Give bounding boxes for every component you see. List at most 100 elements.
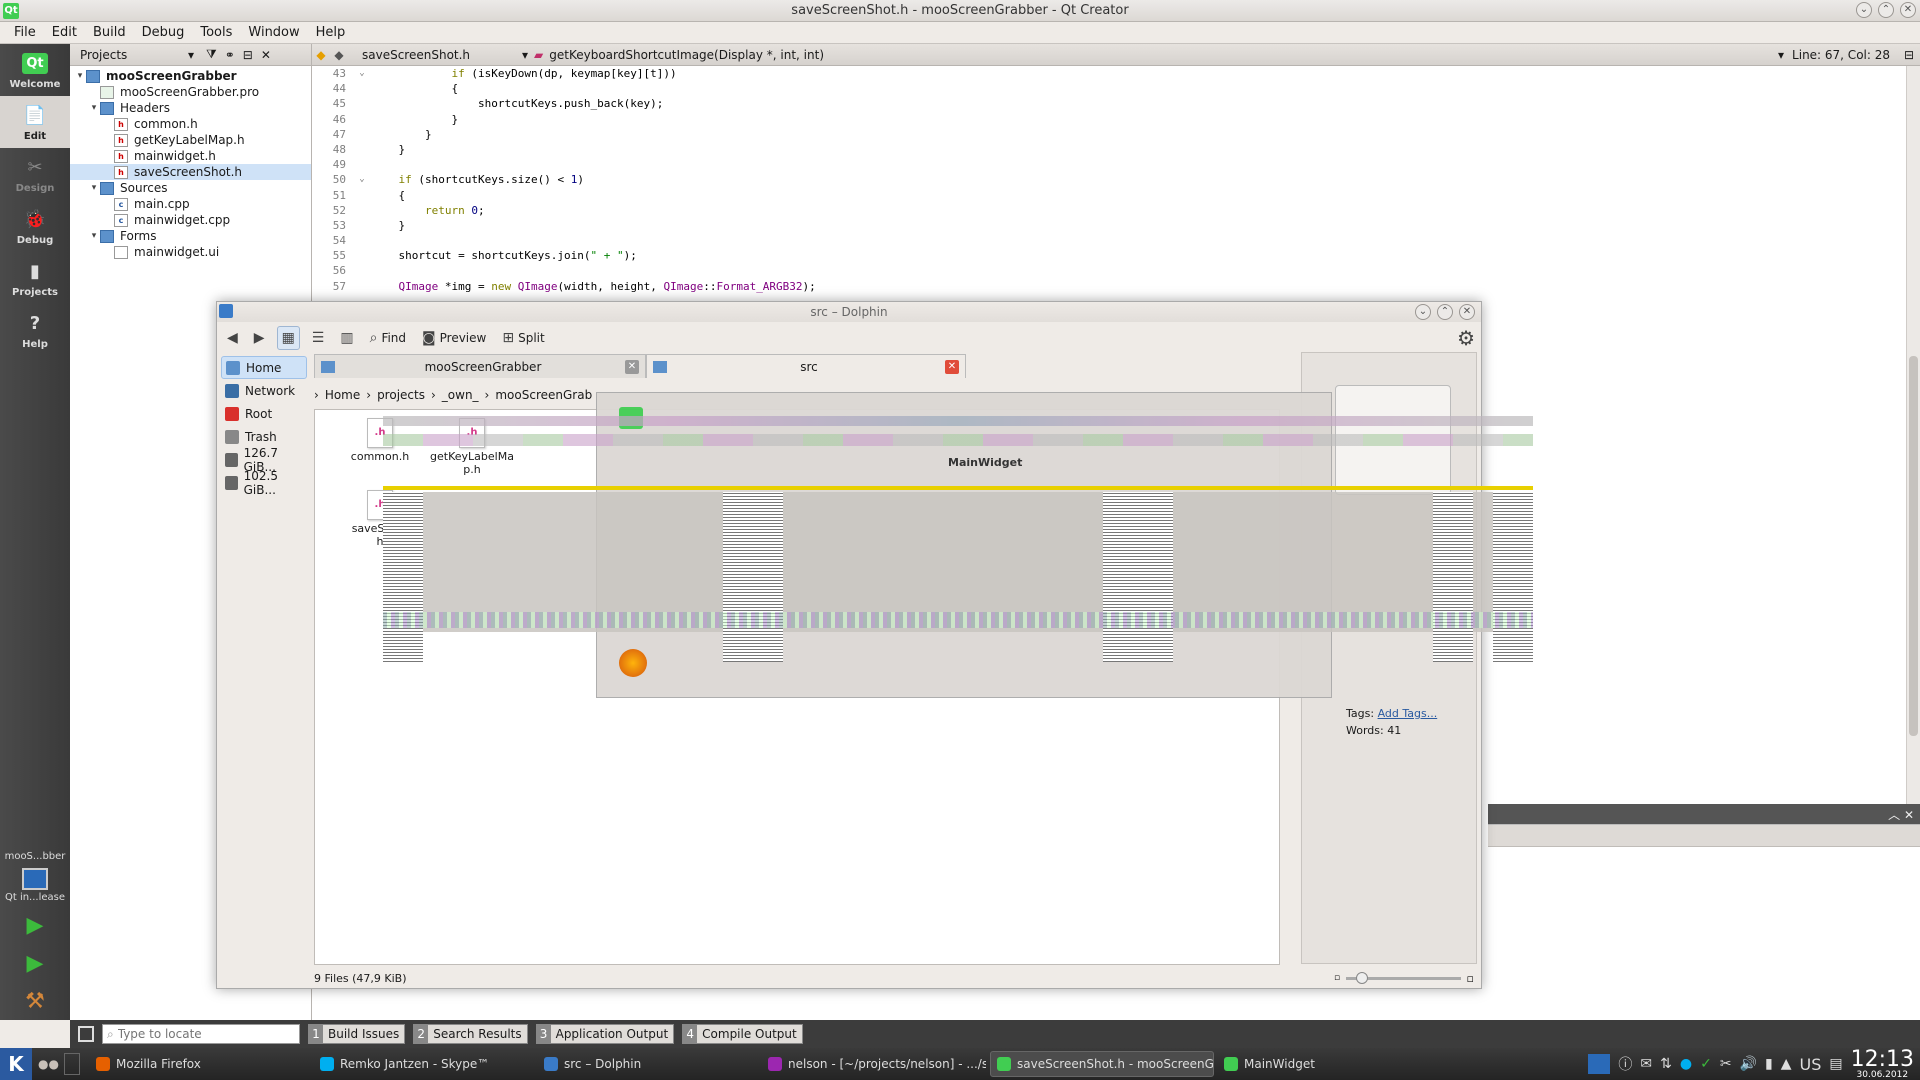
fold-marker-icon[interactable] — [352, 112, 372, 127]
fold-marker-icon[interactable] — [352, 233, 372, 248]
warning-icon[interactable]: ◆ — [312, 48, 330, 62]
split-icon[interactable]: ⊟ — [243, 48, 253, 62]
place-item[interactable]: 102.5 GiB... — [221, 469, 307, 497]
code-line[interactable]: 57 QImage *img = new QImage(width, heigh… — [312, 279, 1920, 294]
battery-icon[interactable]: ▮ — [1765, 1056, 1773, 1072]
fold-marker-icon[interactable] — [352, 203, 372, 218]
menu-help[interactable]: Help — [308, 25, 354, 40]
clock[interactable]: 12:13 30.06.2012 — [1851, 1048, 1914, 1080]
fold-marker-icon[interactable]: ⌄ — [352, 66, 372, 81]
mode-debug[interactable]: 🐞 Debug — [0, 200, 70, 252]
columns-view-button[interactable]: ▥ — [336, 326, 357, 350]
clipboard-icon[interactable]: ▤ — [1829, 1056, 1842, 1072]
minimize-button[interactable]: ⌄ — [1856, 2, 1872, 18]
code-line[interactable]: 50 ⌄ if (shortcutKeys.size() < 1) — [312, 172, 1920, 187]
view-selector[interactable]: Projects ▾ — [76, 46, 198, 64]
kit-selector[interactable]: Qt in...lease — [0, 865, 70, 906]
taskbar-task[interactable]: MainWidget — [1218, 1051, 1442, 1077]
debug-run-button[interactable]: ▶ — [0, 944, 70, 982]
menu-tools[interactable]: Tools — [192, 25, 240, 40]
function-combo[interactable]: getKeyboardShortcutImage(Display *, int,… — [543, 48, 1778, 62]
output-tab-search-results[interactable]: 2 Search Results — [413, 1024, 528, 1044]
open-documents-combo[interactable]: saveScreenShot.h ▾ — [348, 48, 534, 62]
fold-marker-icon[interactable] — [352, 218, 372, 233]
fold-marker-icon[interactable] — [352, 142, 372, 157]
fold-marker-icon[interactable] — [352, 279, 372, 294]
fold-marker-icon[interactable] — [352, 127, 372, 142]
taskbar-task[interactable]: Remko Jantzen - Skype™ — [314, 1051, 534, 1077]
menu-window[interactable]: Window — [240, 25, 307, 40]
details-view-button[interactable]: ☰ — [308, 326, 329, 350]
qt-tray-icon[interactable] — [1588, 1054, 1611, 1074]
mail-icon[interactable]: ✉ — [1640, 1056, 1652, 1072]
gear-icon[interactable]: ⚙ — [1457, 326, 1475, 350]
close-tab-icon[interactable]: ✕ — [624, 359, 639, 374]
kde-menu-button[interactable]: K — [0, 1048, 32, 1080]
expand-arrow-icon[interactable]: ▾ — [88, 103, 100, 113]
tree-item[interactable]: h getKeyLabelMap.h — [70, 132, 311, 148]
mode-projects[interactable]: ▮ Projects — [0, 252, 70, 304]
output-tab-build-issues[interactable]: 1 Build Issues — [308, 1024, 406, 1044]
icons-view-button[interactable]: ▦ — [276, 326, 300, 350]
zoom-slider[interactable]: ▫ ▫ — [1334, 971, 1474, 985]
skype-tray-icon[interactable]: ● — [1680, 1056, 1692, 1072]
breadcrumb-item[interactable]: _own_ — [442, 388, 479, 402]
code-line[interactable]: 43 ⌄ if (isKeyDown(dp, keymap[key][t])) — [312, 66, 1920, 81]
maximize-button[interactable]: ⌃ — [1878, 2, 1894, 18]
code-line[interactable]: 54 — [312, 233, 1920, 248]
minimize-button[interactable]: ⌄ — [1415, 304, 1431, 320]
tree-item[interactable]: h common.h — [70, 116, 311, 132]
filter-icon[interactable]: ⧩ — [206, 47, 217, 62]
fold-marker-icon[interactable] — [352, 96, 372, 111]
tree-item[interactable]: ▾ Forms — [70, 228, 311, 244]
code-line[interactable]: 44 { — [312, 81, 1920, 96]
tree-item[interactable]: mainwidget.ui — [70, 244, 311, 260]
forward-icon[interactable]: ◆ — [330, 48, 348, 62]
run-button[interactable]: ▶ — [0, 906, 70, 944]
place-item[interactable]: Root — [221, 402, 307, 425]
update-icon[interactable]: ✓ — [1700, 1056, 1712, 1072]
activity-icon[interactable]: ●● — [38, 1057, 59, 1071]
place-item[interactable]: Network — [221, 379, 307, 402]
menu-build[interactable]: Build — [85, 25, 134, 40]
place-item[interactable]: Home — [221, 356, 307, 379]
network-icon[interactable]: ⇅ — [1660, 1056, 1672, 1072]
forward-button[interactable]: ▶ — [250, 326, 269, 350]
breadcrumb-item[interactable]: projects — [377, 388, 425, 402]
keyboard-layout[interactable]: US — [1799, 1055, 1821, 1074]
code-line[interactable]: 46 } — [312, 112, 1920, 127]
taskbar-task[interactable]: saveScreenShot.h - mooScreenGr — [990, 1051, 1214, 1077]
tree-item[interactable]: h mainwidget.h — [70, 148, 311, 164]
breadcrumb-item[interactable]: Home — [325, 388, 360, 402]
locator-input[interactable] — [117, 1027, 288, 1041]
build-button[interactable]: ⚒ — [0, 982, 70, 1020]
tab-src[interactable]: src ✕ — [646, 354, 966, 378]
info-icon[interactable]: ⓘ — [1618, 1054, 1632, 1074]
maximize-button[interactable]: ⌃ — [1437, 304, 1453, 320]
back-button[interactable]: ◀ — [223, 326, 242, 350]
clipboard-scissors-icon[interactable]: ✂ — [1720, 1056, 1732, 1072]
scrollbar-thumb[interactable] — [1909, 356, 1918, 736]
mode-edit[interactable]: 📄 Edit — [0, 96, 70, 148]
output-tab-compile-output[interactable]: 4 Compile Output — [682, 1024, 803, 1044]
add-tags-link[interactable]: Add Tags... — [1378, 707, 1438, 720]
fold-marker-icon[interactable] — [352, 248, 372, 263]
close-tab-icon[interactable]: ✕ — [945, 359, 959, 374]
tab-mooscreengrabber[interactable]: mooScreenGrabber ✕ — [314, 354, 646, 378]
fold-marker-icon[interactable] — [352, 263, 372, 278]
split-icon[interactable]: ⊟ — [1904, 48, 1914, 62]
expand-arrow-icon[interactable]: ▾ — [88, 183, 100, 193]
fold-marker-icon[interactable] — [352, 157, 372, 172]
locator[interactable]: ⌕ — [102, 1024, 300, 1044]
code-line[interactable]: 55 shortcut = shortcutKeys.join(" + "); — [312, 248, 1920, 263]
link-icon[interactable]: ⚭ — [225, 48, 235, 62]
mode-help[interactable]: ? Help — [0, 304, 70, 356]
code-line[interactable]: 49 — [312, 157, 1920, 172]
menu-edit[interactable]: Edit — [44, 25, 85, 40]
zoom-slider-handle[interactable] — [1356, 971, 1369, 984]
fold-marker-icon[interactable] — [352, 81, 372, 96]
tree-item[interactable]: c mainwidget.cpp — [70, 212, 311, 228]
tree-item[interactable]: ▾ mooScreenGrabber — [70, 68, 311, 84]
expand-arrow-icon[interactable]: ▾ — [74, 71, 86, 81]
preview-button[interactable]: ◙ Preview — [418, 326, 490, 350]
